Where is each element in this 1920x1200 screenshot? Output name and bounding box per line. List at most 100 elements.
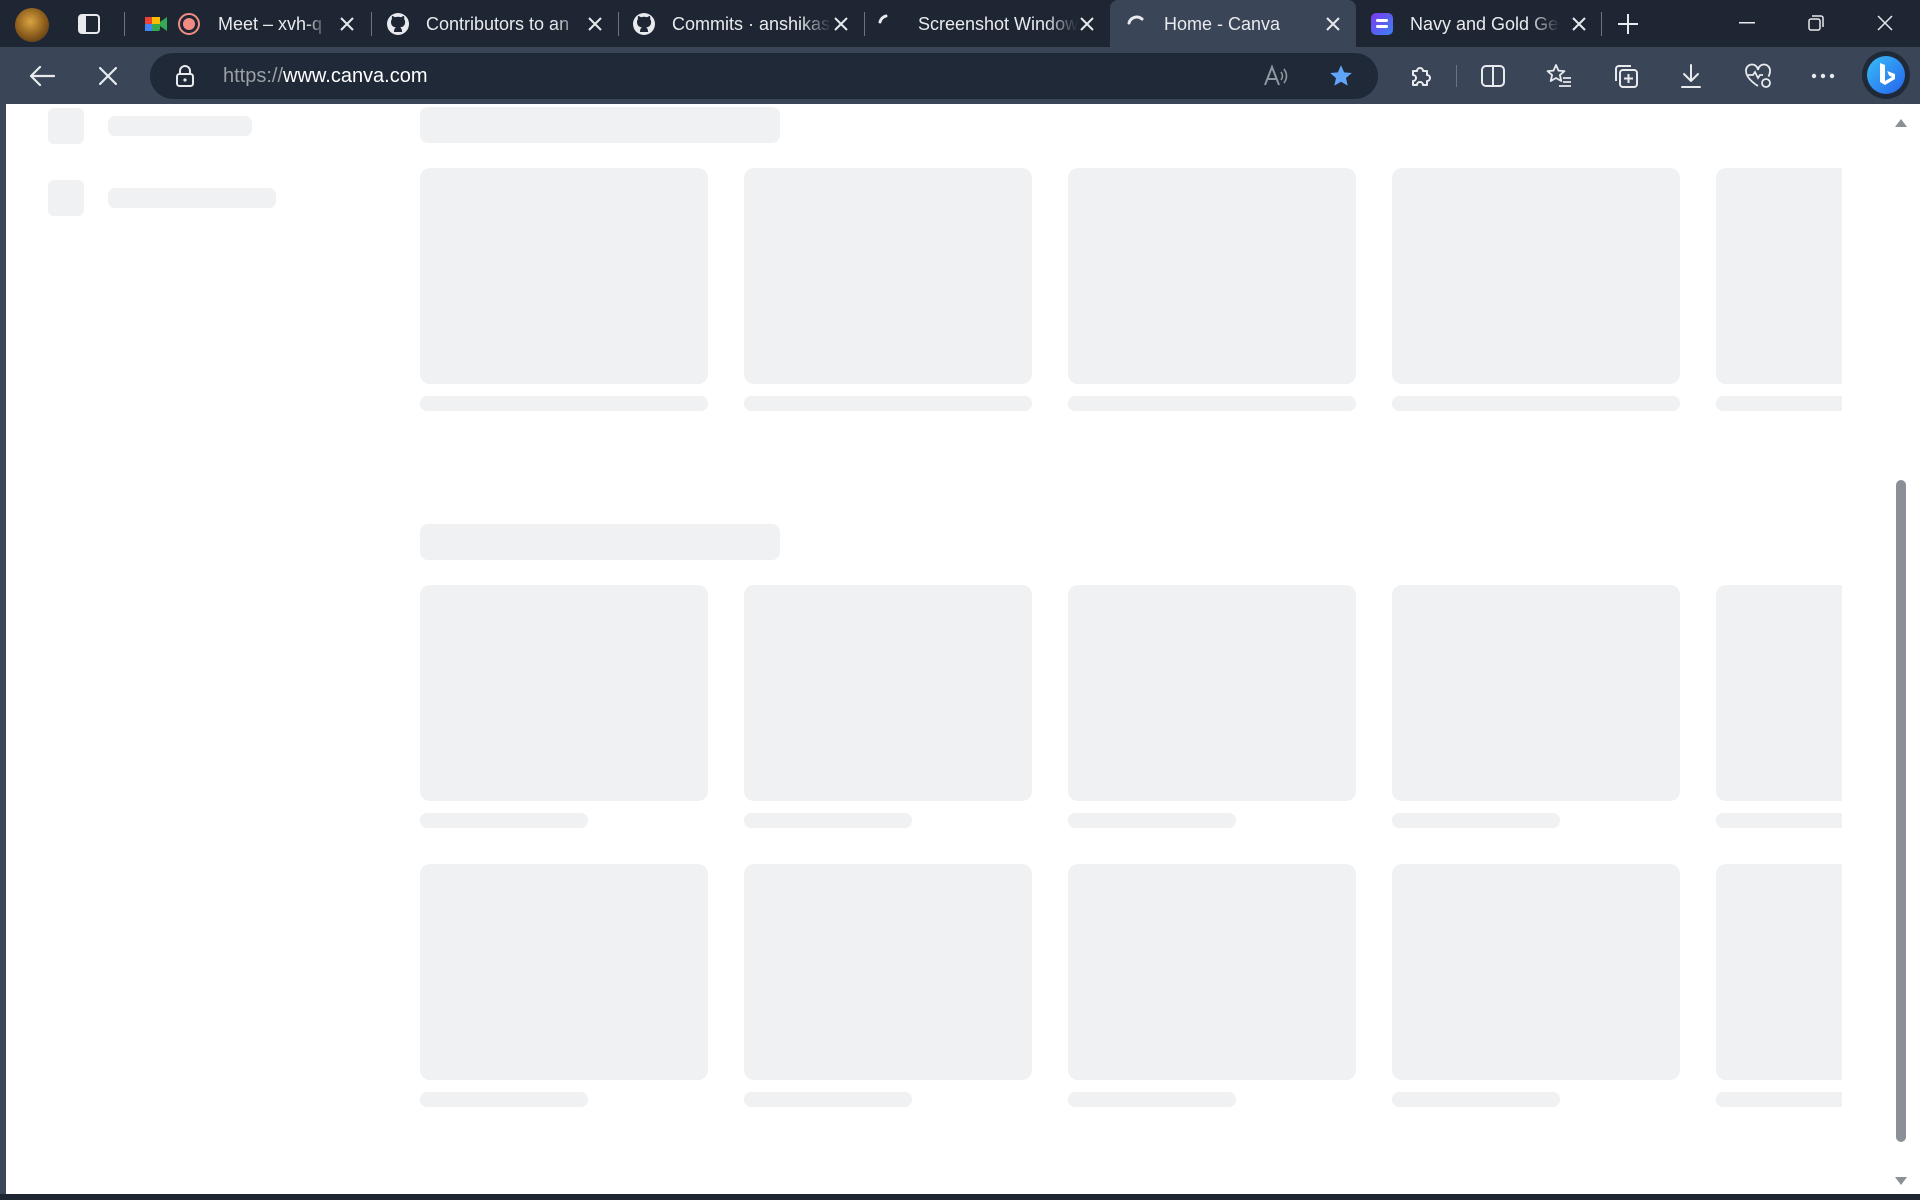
tab-separator	[124, 12, 125, 36]
close-window-button[interactable]	[1868, 8, 1902, 38]
design-card-skeleton	[1392, 585, 1680, 801]
tab-navy-gold-doc[interactable]: Navy and Gold Geo	[1356, 0, 1602, 47]
google-meet-icon	[144, 12, 168, 36]
card-caption-skeleton	[1716, 1092, 1842, 1107]
window-frame-bottom	[0, 1194, 1920, 1200]
design-card-skeleton	[744, 864, 1032, 1080]
design-card-skeleton	[1392, 168, 1680, 384]
split-screen-icon	[1481, 65, 1505, 87]
close-window-icon	[1877, 15, 1893, 31]
scroll-up-arrow-icon[interactable]	[1895, 114, 1907, 132]
design-card-skeleton	[1392, 864, 1680, 1080]
card-caption-skeleton	[744, 396, 1032, 411]
card-caption-skeleton	[1068, 813, 1236, 828]
card-caption-skeleton	[1392, 813, 1560, 828]
section-heading-skeleton	[420, 524, 780, 560]
read-aloud-icon[interactable]	[1263, 64, 1289, 93]
tab-actions-button[interactable]	[76, 11, 102, 37]
back-button[interactable]	[24, 58, 60, 94]
address-bar[interactable]: https://www.canva.com	[150, 53, 1378, 99]
close-tab-icon[interactable]	[584, 13, 606, 35]
puzzle-icon	[1412, 67, 1431, 86]
tab-actions-icon	[78, 14, 100, 34]
card-caption-skeleton	[1716, 813, 1842, 828]
more-dots-icon	[1811, 73, 1835, 79]
collections-button[interactable]	[1608, 58, 1644, 94]
stop-loading-button[interactable]	[90, 58, 126, 94]
sidebar-skeleton-label	[108, 188, 276, 208]
copilot-button[interactable]	[1862, 51, 1910, 99]
restore-icon	[1808, 15, 1824, 31]
canva-doc-icon	[1370, 12, 1394, 36]
tab-title: Navy and Gold Geo	[1410, 14, 1560, 34]
downloads-button[interactable]	[1673, 58, 1709, 94]
download-icon	[1681, 64, 1701, 88]
design-card-skeleton	[420, 585, 708, 801]
vertical-scrollbar[interactable]	[1892, 104, 1920, 1194]
design-card-skeleton	[744, 585, 1032, 801]
close-tab-icon[interactable]	[1076, 13, 1098, 35]
back-arrow-icon	[29, 65, 55, 87]
card-caption-skeleton	[1392, 396, 1680, 411]
tab-title: Meet – xvh-q	[218, 14, 323, 34]
loading-icon	[874, 12, 898, 36]
profile-avatar[interactable]	[15, 8, 49, 42]
card-caption-skeleton	[420, 396, 708, 411]
minimize-icon	[1739, 22, 1755, 24]
tab-screenshot-window[interactable]: Screenshot Window	[864, 0, 1110, 47]
minimize-button[interactable]	[1730, 8, 1764, 38]
close-tab-icon[interactable]	[830, 13, 852, 35]
tab-github-contributors[interactable]: Contributors to an	[372, 0, 618, 47]
tab-title: Commits · anshikas	[672, 14, 831, 34]
bing-icon	[1867, 56, 1905, 94]
lock-icon[interactable]	[176, 65, 194, 92]
url-text[interactable]: https://www.canva.com	[223, 65, 428, 88]
browser-toolbar: https://www.canva.com	[0, 47, 1920, 104]
close-tab-icon[interactable]	[1322, 13, 1344, 35]
card-caption-skeleton	[744, 813, 912, 828]
card-caption-skeleton	[1392, 1092, 1560, 1107]
close-tab-icon[interactable]	[336, 13, 358, 35]
design-card-skeleton	[1716, 168, 1842, 384]
favorites-button[interactable]	[1541, 58, 1577, 94]
settings-more-button[interactable]	[1805, 58, 1841, 94]
extensions-button[interactable]	[1403, 58, 1439, 94]
close-tab-icon[interactable]	[1568, 13, 1590, 35]
card-caption-skeleton	[1068, 396, 1356, 411]
design-card-skeleton	[1068, 864, 1356, 1080]
split-screen-button[interactable]	[1475, 58, 1511, 94]
sidebar-skeleton-label	[108, 116, 252, 136]
section-heading-skeleton	[420, 107, 780, 143]
sidebar-skeleton-icon	[48, 108, 84, 144]
close-icon	[99, 67, 117, 85]
tab-title: Home - Canva	[1164, 14, 1281, 34]
collections-icon	[1615, 65, 1638, 88]
card-caption-skeleton	[420, 1092, 588, 1107]
new-tab-button[interactable]	[1614, 10, 1642, 38]
restore-button[interactable]	[1799, 8, 1833, 38]
tab-separator	[1601, 12, 1602, 36]
tab-meet[interactable]: Meet – xvh-q	[130, 0, 370, 47]
scrollbar-thumb[interactable]	[1896, 480, 1906, 1142]
github-icon	[632, 12, 656, 36]
design-card-skeleton	[1716, 585, 1842, 801]
design-card-skeleton	[420, 864, 708, 1080]
sidebar-skeleton-icon	[48, 180, 84, 216]
tab-strip: Meet – xvh-q Contributors to an Commits …	[0, 0, 1920, 47]
browser-essentials-button[interactable]	[1740, 58, 1776, 94]
favorite-star-icon[interactable]	[1328, 63, 1354, 94]
design-card-skeleton	[1068, 168, 1356, 384]
plus-icon	[1618, 14, 1638, 34]
github-icon	[386, 12, 410, 36]
tab-title: Screenshot Window	[918, 14, 1078, 34]
loading-icon	[1124, 12, 1148, 36]
design-card-skeleton	[420, 168, 708, 384]
recording-icon	[178, 13, 200, 35]
card-caption-skeleton	[1716, 396, 1842, 411]
tab-title: Contributors to an	[426, 14, 570, 34]
window-frame-left	[0, 104, 6, 1194]
tab-home-canva[interactable]: Home - Canva	[1110, 0, 1356, 47]
scroll-down-arrow-icon[interactable]	[1895, 1172, 1907, 1190]
tab-github-commits[interactable]: Commits · anshikas	[618, 0, 864, 47]
card-caption-skeleton	[420, 813, 588, 828]
